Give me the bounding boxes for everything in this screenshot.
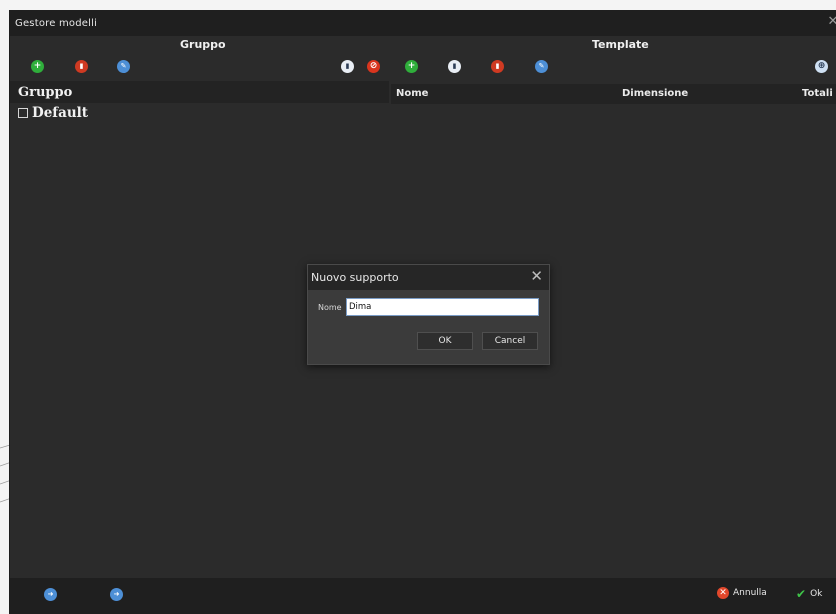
ok-label: Ok xyxy=(810,589,823,599)
dialog-ok-button[interactable]: OK xyxy=(417,332,473,350)
column-nome[interactable]: Nome xyxy=(396,84,428,104)
group-column-header: Gruppo xyxy=(10,81,389,103)
column-dimensione[interactable]: Dimensione xyxy=(622,84,688,104)
window-titlebar: Gestore modelli ✕ xyxy=(10,10,836,36)
dialog-close-icon[interactable]: ✕ xyxy=(530,267,543,285)
settings-template-icon[interactable]: ⊕ xyxy=(815,60,828,73)
gruppo-section-title: Gruppo xyxy=(180,38,226,51)
window-title: Gestore modelli xyxy=(15,17,98,29)
group-item-default[interactable]: Default xyxy=(18,105,88,121)
edit-template-icon[interactable]: ✎ xyxy=(535,60,548,73)
copy-group-icon[interactable]: ▮ xyxy=(341,60,354,73)
ok-button[interactable]: ✔ Ok xyxy=(796,587,822,601)
copy-template-icon[interactable]: ▮ xyxy=(448,60,461,73)
dialog-cancel-button[interactable]: Cancel xyxy=(482,332,538,350)
new-support-dialog: Nuovo supporto ✕ Nome OK Cancel xyxy=(307,264,550,365)
delete-template-icon[interactable]: ▮ xyxy=(491,60,504,73)
add-template-icon[interactable]: + xyxy=(405,60,418,73)
check-icon: ✔ xyxy=(796,587,807,601)
template-table-header: Nome Dimensione Totali xyxy=(391,84,836,104)
edit-group-icon[interactable]: ✎ xyxy=(117,60,130,73)
cancel-group-icon[interactable]: ⊘ xyxy=(367,60,380,73)
add-group-icon[interactable]: + xyxy=(31,60,44,73)
window-close-icon[interactable]: ✕ xyxy=(826,14,836,30)
annulla-label: Annulla xyxy=(733,588,767,598)
delete-group-icon[interactable]: ▮ xyxy=(75,60,88,73)
cancel-x-icon: ✕ xyxy=(717,587,729,599)
name-input[interactable] xyxy=(346,298,539,316)
column-totali[interactable]: Totali xyxy=(802,84,833,104)
export-icon[interactable]: ➜ xyxy=(110,588,123,601)
dialog-title: Nuovo supporto xyxy=(308,265,549,290)
template-section-title: Template xyxy=(592,38,649,51)
bottom-bar xyxy=(10,578,836,614)
import-icon[interactable]: ➜ xyxy=(44,588,57,601)
group-item-label: Default xyxy=(32,105,89,121)
name-label: Nome xyxy=(318,303,342,312)
annulla-button[interactable]: ✕ Annulla xyxy=(717,587,767,599)
group-item-checkbox[interactable] xyxy=(18,108,28,118)
